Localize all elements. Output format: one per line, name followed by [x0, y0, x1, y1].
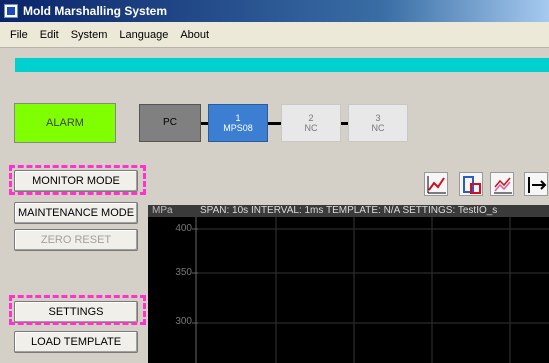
- node-1[interactable]: 1 MPS08: [208, 104, 268, 142]
- node-1-number: 1: [235, 113, 241, 123]
- node-2[interactable]: 2 NC: [281, 104, 341, 142]
- connection-line: [341, 122, 348, 125]
- node-2-label: NC: [304, 123, 318, 133]
- chart-unit-label: MPa: [152, 205, 173, 216]
- connection-line: [201, 122, 208, 125]
- window-title: Mold Marshalling System: [23, 4, 168, 18]
- alarm-indicator[interactable]: ALARM: [14, 103, 116, 143]
- window-chart-icon[interactable]: [459, 172, 483, 196]
- menu-about[interactable]: About: [174, 29, 215, 41]
- span-arrows-icon[interactable]: [524, 172, 548, 196]
- multi-line-chart-icon[interactable]: [490, 172, 514, 196]
- menu-edit[interactable]: Edit: [34, 29, 65, 41]
- menu-language[interactable]: Language: [113, 29, 174, 41]
- node-pc-label: PC: [163, 117, 177, 128]
- load-template-button[interactable]: LOAD TEMPLATE: [14, 331, 138, 353]
- monitor-mode-button[interactable]: MONITOR MODE: [14, 170, 138, 192]
- maintenance-mode-button[interactable]: MAINTENANCE MODE: [14, 202, 138, 224]
- menu-system[interactable]: System: [65, 29, 114, 41]
- status-bar-accent: [15, 58, 549, 72]
- alarm-label: ALARM: [46, 117, 84, 129]
- menu-file[interactable]: File: [4, 29, 34, 41]
- connection-line: [268, 122, 281, 125]
- node-pc[interactable]: PC: [139, 104, 201, 142]
- zero-reset-button[interactable]: ZERO RESET: [14, 229, 138, 251]
- node-2-number: 2: [308, 113, 314, 123]
- menu-bar: File Edit System Language About: [0, 22, 549, 48]
- app-icon: [4, 4, 18, 18]
- node-1-label: MPS08: [223, 123, 253, 133]
- node-3-label: NC: [371, 123, 385, 133]
- y-tick-350: 350: [175, 267, 192, 278]
- y-tick-400: 400: [175, 223, 192, 234]
- node-3-number: 3: [375, 113, 381, 123]
- y-tick-300: 300: [175, 316, 192, 327]
- chart-header: MPa SPAN: 10s INTERVAL: 1ms TEMPLATE: N/…: [148, 205, 549, 217]
- chart-info-text: SPAN: 10s INTERVAL: 1ms TEMPLATE: N/A SE…: [200, 205, 498, 216]
- monitor-chart[interactable]: MPa SPAN: 10s INTERVAL: 1ms TEMPLATE: N/…: [148, 205, 549, 363]
- node-3[interactable]: 3 NC: [348, 104, 408, 142]
- line-chart-icon[interactable]: [424, 172, 448, 196]
- settings-button[interactable]: SETTINGS: [14, 301, 138, 323]
- title-bar: Mold Marshalling System: [0, 0, 549, 22]
- chart-plot-area: [192, 217, 549, 363]
